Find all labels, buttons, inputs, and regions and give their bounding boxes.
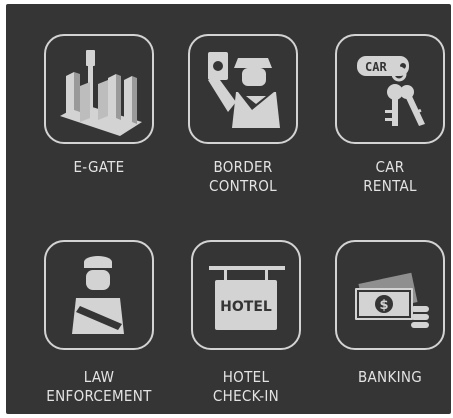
tile-label: CAR RENTAL bbox=[363, 158, 417, 195]
border-control-officer-icon bbox=[188, 34, 298, 144]
tile-border-control[interactable]: BORDER CONTROL bbox=[188, 34, 304, 195]
tile-label: E-GATE bbox=[73, 158, 125, 176]
svg-text:HOTEL: HOTEL bbox=[220, 299, 272, 315]
svg-text:$: $ bbox=[379, 298, 388, 313]
app-icon-grid: E-GATE BORDER CONTROL CAR CAR RENTAL LAW… bbox=[6, 4, 451, 414]
svg-text:CAR: CAR bbox=[365, 60, 387, 74]
tile-label: HOTEL CHECK-IN bbox=[212, 368, 280, 405]
tile-hotel-check-in[interactable]: HOTEL HOTEL CHECK-IN bbox=[191, 240, 307, 405]
tile-law-enforcement[interactable]: LAW ENFORCEMENT bbox=[44, 240, 160, 405]
tile-label: BANKING bbox=[357, 368, 423, 386]
car-keys-icon: CAR bbox=[335, 34, 445, 144]
money-stack-icon: $ bbox=[335, 240, 445, 350]
e-gate-icon bbox=[44, 34, 154, 144]
tile-e-gate[interactable]: E-GATE bbox=[44, 34, 160, 176]
tile-banking[interactable]: $ BANKING bbox=[335, 240, 451, 386]
tile-label: LAW ENFORCEMENT bbox=[46, 368, 152, 405]
tile-car-rental[interactable]: CAR CAR RENTAL bbox=[335, 34, 451, 195]
hotel-sign-icon: HOTEL bbox=[191, 240, 301, 350]
police-officer-icon bbox=[44, 240, 154, 350]
tile-label: BORDER CONTROL bbox=[209, 158, 277, 195]
